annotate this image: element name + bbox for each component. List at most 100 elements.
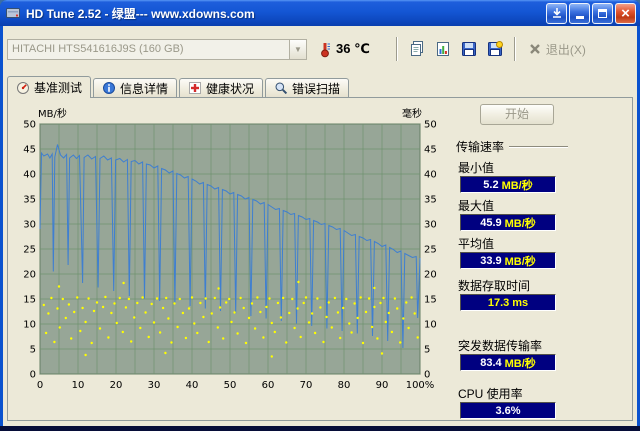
result-label: 平均值 — [458, 237, 495, 251]
tab-label: 健康状况 — [206, 81, 255, 96]
svg-text:50: 50 — [23, 120, 36, 131]
save-text-icon — [461, 42, 476, 56]
svg-text:15: 15 — [23, 295, 36, 306]
toolbar-separator — [395, 37, 398, 61]
exit-button[interactable]: 退出(X) — [528, 41, 586, 58]
svg-text:50: 50 — [224, 380, 237, 391]
svg-text:45: 45 — [424, 145, 437, 156]
result-value: 45.9 — [480, 216, 502, 229]
info-icon — [103, 82, 116, 94]
app-icon — [6, 8, 20, 18]
exit-label: 退出(X) — [545, 42, 586, 57]
svg-text:10: 10 — [72, 380, 85, 391]
temperature-icon — [321, 43, 330, 58]
result-value-box: 83.4 MB/秒 — [460, 354, 556, 371]
svg-text:25: 25 — [424, 245, 437, 256]
tab-info[interactable]: 信息详情 — [93, 78, 178, 97]
result-value-box: 17.3 ms — [460, 294, 556, 311]
tab-health[interactable]: 健康状况 — [179, 78, 264, 97]
copy-image-icon — [436, 42, 449, 56]
svg-text:10: 10 — [23, 320, 36, 331]
save-text-button[interactable] — [457, 37, 481, 61]
toolbar: HITACHI HTS541616J9S (160 GB) ▼ 36 ℃ 退出(… — [3, 26, 637, 70]
download-icon — [552, 8, 561, 18]
close-button[interactable]: × — [615, 2, 636, 24]
svg-text:40: 40 — [186, 380, 199, 391]
drive-select[interactable]: HITACHI HTS541616J9S (160 GB) ▼ — [7, 38, 307, 60]
result-row-burst-rate: 突发数据传输率 83.4 MB/秒 — [456, 337, 568, 371]
result-unit: MB/秒 — [504, 255, 536, 268]
svg-text:30: 30 — [424, 220, 437, 231]
svg-text:MB/秒: MB/秒 — [38, 107, 67, 120]
svg-text:40: 40 — [424, 170, 437, 181]
tab-benchmark[interactable]: 基准测试 — [7, 76, 92, 98]
tab-error-scan[interactable]: 错误扫描 — [265, 78, 350, 97]
benchmark-chart-area: 0 10 20 30 40 50 60 70 80 90 100% 0 0 5 5 10 10 15 15 20 20 2… — [12, 102, 446, 394]
result-value-box: 33.9 MB/秒 — [460, 252, 556, 269]
chevron-down-icon[interactable]: ▼ — [289, 39, 306, 59]
app-window: HD Tune 2.52 - 绿盟--- www.xdowns.com × HI… — [0, 0, 640, 431]
svg-text:0: 0 — [30, 370, 36, 381]
svg-text:5: 5 — [424, 345, 430, 356]
titlebar[interactable]: HD Tune 2.52 - 绿盟--- www.xdowns.com × — [0, 0, 640, 26]
svg-text:20: 20 — [424, 270, 437, 281]
window-bottom-edge — [0, 426, 640, 431]
client-area: HITACHI HTS541616J9S (160 GB) ▼ 36 ℃ 退出(… — [3, 26, 637, 426]
window-title: HD Tune 2.52 - 绿盟--- www.xdowns.com — [26, 6, 255, 21]
svg-text:25: 25 — [23, 245, 36, 256]
toolbar-separator — [513, 37, 516, 61]
result-unit: ms — [512, 296, 529, 309]
tab-label: 基准测试 — [34, 81, 83, 95]
svg-text:35: 35 — [23, 195, 36, 206]
result-label: 数据存取时间 — [458, 279, 531, 293]
result-label: 最大值 — [458, 199, 495, 213]
result-unit: MB/秒 — [501, 179, 533, 192]
svg-text:20: 20 — [110, 380, 123, 391]
transfer-rate-section: 传输速率 — [456, 138, 568, 155]
benchmark-chart: 0 10 20 30 40 50 60 70 80 90 100%0 05 510 1015 1520 202… — [23, 107, 437, 391]
svg-text:35: 35 — [424, 195, 437, 206]
result-value-box: 45.9 MB/秒 — [460, 214, 556, 231]
save-image-button[interactable] — [483, 37, 507, 61]
svg-text:15: 15 — [424, 295, 437, 306]
svg-text:90: 90 — [376, 380, 389, 391]
minimize-button[interactable] — [569, 2, 590, 24]
svg-text:70: 70 — [300, 380, 313, 391]
result-row-minimum: 最小值 5.2 MB/秒 — [456, 159, 568, 193]
exit-icon — [529, 44, 540, 54]
tab-label: 错误扫描 — [292, 81, 341, 96]
result-value: 5.2 — [483, 178, 499, 191]
result-unit: MB/秒 — [504, 217, 536, 230]
copy-text-button[interactable] — [405, 37, 429, 61]
benchmark-panel: 0 10 20 30 40 50 60 70 80 90 100% 0 0 5 5 10 10 15 15 20 20 2… — [7, 97, 633, 421]
svg-text:60: 60 — [262, 380, 275, 391]
maximize-button[interactable] — [592, 2, 613, 24]
result-value: 83.4 — [480, 356, 502, 369]
start-button[interactable]: 开始 — [480, 104, 554, 125]
maximize-icon — [598, 8, 607, 18]
section-title: 传输速率 — [456, 140, 505, 154]
result-row-average: 平均值 33.9 MB/秒 — [456, 235, 568, 269]
result-row-maximum: 最大值 45.9 MB/秒 — [456, 197, 568, 231]
temperature-value: 36 ℃ — [336, 41, 370, 56]
svg-text:20: 20 — [23, 270, 36, 281]
download-button[interactable] — [546, 2, 567, 24]
svg-text:30: 30 — [23, 220, 36, 231]
svg-text:80: 80 — [338, 380, 351, 391]
svg-text:0: 0 — [37, 380, 43, 391]
result-row-access-time: 数据存取时间 17.3 ms — [456, 277, 568, 311]
result-label: 最小值 — [458, 161, 495, 175]
temperature-indicator: 36 ℃ — [319, 40, 370, 58]
result-value-box: 5.2 MB/秒 — [460, 176, 556, 193]
section-divider — [509, 145, 568, 148]
tab-bar: 基准测试 信息详情 健康状况 错误扫描 — [7, 76, 633, 98]
copy-image-button[interactable] — [431, 37, 455, 61]
result-label: CPU 使用率 — [458, 387, 523, 401]
svg-text:10: 10 — [424, 320, 437, 331]
scan-icon — [275, 82, 288, 95]
result-value: 33.9 — [480, 254, 502, 267]
svg-text:30: 30 — [148, 380, 161, 391]
save-image-icon — [487, 41, 503, 56]
results-column: 开始 传输速率 最小值 5.2 MB/秒 最大值 45.9 MB/秒 平均值 3… — [456, 104, 568, 419]
svg-text:5: 5 — [30, 345, 36, 356]
